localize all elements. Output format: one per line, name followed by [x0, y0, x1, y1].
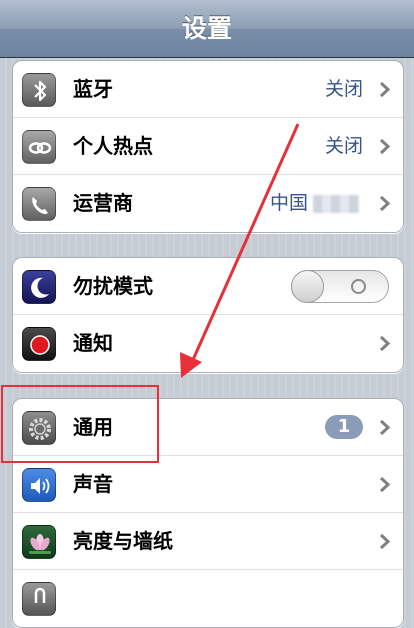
- settings-group-connectivity: 蓝牙 关闭 个人热点 关闭 运营商 中国: [12, 60, 404, 233]
- chevron-right-icon: [379, 476, 391, 493]
- settings-row-label: 声音: [73, 472, 113, 496]
- settings-row-sounds[interactable]: 声音: [13, 456, 403, 513]
- settings-row-label: 蓝牙: [73, 77, 113, 101]
- speaker-icon: [22, 468, 56, 502]
- settings-row-label: 亮度与墙纸: [73, 529, 173, 553]
- settings-row-bluetooth[interactable]: 蓝牙 关闭: [13, 61, 403, 118]
- chevron-right-icon: [379, 138, 391, 155]
- chevron-right-icon: [379, 335, 391, 352]
- settings-row-label: 运营商: [73, 191, 133, 215]
- chevron-right-icon: [379, 419, 391, 436]
- settings-row-label: 通知: [73, 331, 113, 355]
- settings-row-label: 个人热点: [73, 134, 153, 158]
- settings-row-notifications[interactable]: 通知: [13, 315, 403, 372]
- chevron-right-icon: [379, 81, 391, 98]
- privacy-icon: [22, 582, 56, 616]
- settings-row-do-not-disturb: 勿扰模式: [13, 258, 403, 315]
- phone-icon: [22, 187, 56, 221]
- settings-group-alerts: 勿扰模式 通知: [12, 257, 404, 373]
- toggle-knob: [291, 270, 324, 303]
- toggle-off-indicator: [351, 279, 366, 294]
- hotspot-icon: [22, 130, 56, 164]
- chevron-right-icon: [379, 533, 391, 550]
- page-title: 设置: [181, 14, 232, 43]
- lotus-icon: [22, 525, 56, 559]
- settings-row-carrier[interactable]: 运营商 中国: [13, 175, 403, 232]
- chevron-right-icon: [379, 195, 391, 212]
- update-badge: 1: [325, 415, 363, 439]
- annotation-highlight-box: [1, 385, 159, 463]
- navigation-bar: 设置: [0, 0, 414, 58]
- settings-row-hotspot[interactable]: 个人热点 关闭: [13, 118, 403, 175]
- notification-icon: [22, 327, 56, 361]
- settings-row-value: 关闭: [324, 78, 363, 100]
- do-not-disturb-toggle[interactable]: [291, 270, 389, 303]
- settings-row-value: 中国: [269, 192, 308, 214]
- settings-row-privacy[interactable]: [13, 570, 403, 627]
- bluetooth-icon: [22, 73, 56, 107]
- obscured-carrier-name: [313, 195, 359, 213]
- moon-icon: [22, 270, 56, 304]
- settings-row-value: 关闭: [324, 135, 363, 157]
- settings-row-brightness-wallpaper[interactable]: 亮度与墙纸: [13, 513, 403, 570]
- settings-row-label: 勿扰模式: [73, 274, 153, 298]
